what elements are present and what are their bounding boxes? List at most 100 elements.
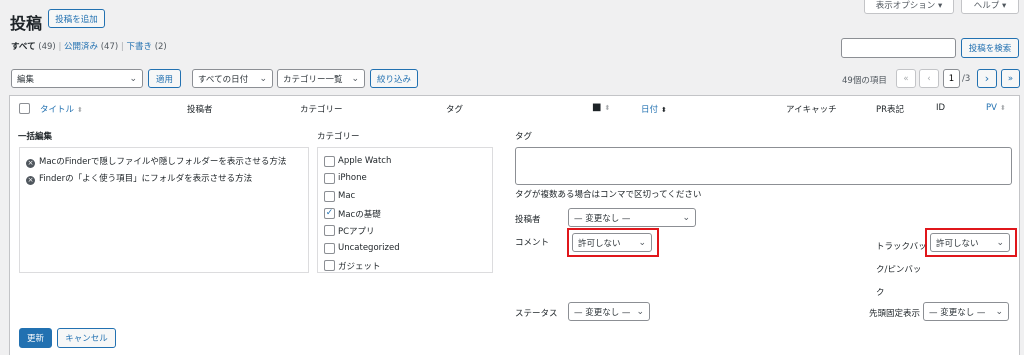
category-name: PCアプリ	[338, 227, 375, 237]
author-select[interactable]: — 変更なし — ⌄	[568, 208, 696, 227]
category-name: ガジェット	[338, 262, 381, 272]
filter-all[interactable]: すべて	[11, 42, 36, 52]
tags-label: タグ	[515, 132, 533, 142]
category-checkbox[interactable]	[324, 225, 335, 236]
category-name: Apple Watch	[338, 156, 392, 166]
tags-hint: タグが複数ある場合はコンマで区切ってください	[515, 190, 702, 200]
trackback-label-line: トラックバッ	[876, 242, 927, 252]
filter-published[interactable]: 公開済み	[64, 42, 98, 52]
column-tags: タグ	[446, 105, 464, 115]
chevron-down-icon: ⌄	[995, 306, 1003, 317]
search-posts-button[interactable]: 投稿を検索	[961, 38, 1019, 58]
date-filter-value: すべての日付	[198, 74, 249, 85]
add-new-post-button[interactable]: 投稿を追加	[48, 9, 105, 28]
post-title: MacのFinderで隠しファイルや隠しフォルダーを表示させる方法	[39, 157, 287, 167]
bulk-action-select[interactable]: 編集 ⌄	[11, 69, 143, 88]
highlight-box	[567, 228, 659, 257]
column-pv-label: PV	[986, 103, 997, 113]
bulk-edit-heading: 一括編集	[18, 132, 53, 142]
filter-all-count: (49)	[38, 42, 56, 52]
sticky-select[interactable]: — 変更なし — ⌄	[923, 302, 1009, 321]
filter-separator: |	[120, 42, 124, 52]
highlight-box	[925, 228, 1017, 257]
chevron-down-icon: ⌄	[351, 73, 359, 84]
first-page-button[interactable]: «	[896, 69, 916, 88]
select-all-checkbox[interactable]	[19, 103, 30, 114]
category-filter-select[interactable]: カテゴリー一覧 ⌄	[277, 69, 365, 88]
prev-page-button[interactable]: ‹	[919, 69, 939, 88]
column-pr: PR表記	[876, 105, 905, 115]
cancel-button[interactable]: キャンセル	[57, 328, 116, 348]
categories-label: カテゴリー	[317, 132, 360, 142]
sort-icon: ⬍	[604, 104, 611, 112]
status-filters: すべて (49) | 公開済み (47) | 下書き (2)	[11, 40, 167, 52]
category-name: iPhone	[338, 173, 367, 183]
comment-label: コメント	[515, 238, 550, 248]
last-page-button[interactable]: »	[1001, 69, 1020, 88]
sort-icon: ⬍	[77, 106, 83, 114]
list-item: × MacのFinderで隠しファイルや隠しフォルダーを表示させる方法	[26, 155, 286, 168]
search-input[interactable]	[841, 38, 956, 58]
trackback-label-line: ク	[876, 288, 885, 298]
filter-draft[interactable]: 下書き	[126, 42, 152, 52]
filter-separator: |	[58, 42, 62, 52]
category-checkbox[interactable]	[324, 191, 335, 202]
sort-icon: ⬍	[999, 104, 1006, 112]
date-filter-select[interactable]: すべての日付 ⌄	[192, 69, 273, 88]
item-count: 49個の項目	[842, 76, 887, 86]
category-name: Mac	[338, 191, 356, 201]
category-name: Macの基礎	[338, 210, 381, 220]
column-date-label: 日付	[641, 105, 659, 115]
help-button[interactable]: ヘルプ ▾	[961, 0, 1019, 14]
post-title: Finderの「よく使う項目」にフォルダを表示させる方法	[39, 174, 253, 184]
author-value: — 変更なし —	[574, 213, 631, 224]
filter-published-count: (47)	[100, 42, 119, 52]
sticky-label: 先頭固定表示	[869, 309, 921, 319]
screen-options-button[interactable]: 表示オプション ▾	[864, 0, 954, 14]
remove-circle-icon[interactable]: ×	[26, 159, 35, 168]
page-title: 投稿	[10, 14, 43, 33]
column-categories: カテゴリー	[300, 105, 343, 115]
total-pages: /3	[962, 74, 971, 84]
category-checkbox[interactable]	[324, 156, 335, 167]
sticky-value: — 変更なし —	[929, 307, 986, 318]
category-checkbox[interactable]	[324, 243, 335, 254]
sort-desc-icon: ⬍	[661, 106, 667, 114]
column-title[interactable]: タイトル ⬍	[40, 103, 83, 115]
update-button[interactable]: 更新	[19, 328, 52, 348]
bulk-action-value: 編集	[17, 74, 35, 85]
list-item: × Finderの「よく使う項目」にフォルダを表示させる方法	[26, 172, 252, 185]
category-checkbox-checked[interactable]: ✓	[324, 208, 335, 219]
column-pv[interactable]: PV ⬍	[986, 103, 1006, 113]
bulk-edit-panel: 一括編集 × MacのFinderで隠しファイルや隠しフォルダーを表示させる方法 …	[9, 119, 1020, 355]
next-page-button[interactable]: ›	[977, 69, 997, 88]
chevron-down-icon: ⌄	[129, 73, 137, 84]
chevron-down-icon: ⌄	[636, 306, 644, 317]
column-date[interactable]: 日付 ⬍	[641, 103, 667, 115]
chevron-down-icon: ⌄	[259, 73, 267, 84]
apply-button[interactable]: 適用	[148, 69, 181, 88]
category-checklist: Apple Watch iPhone Mac ✓ Macの基礎 PCアプリ Un…	[317, 147, 493, 273]
checkmark-icon: ✓	[325, 208, 334, 218]
current-page-input[interactable]	[943, 69, 960, 88]
category-checkbox[interactable]	[324, 260, 335, 271]
status-label: ステータス	[515, 309, 558, 319]
column-author: 投稿者	[187, 105, 213, 115]
category-checkbox[interactable]	[324, 173, 335, 184]
category-filter-value: カテゴリー一覧	[283, 74, 343, 85]
filter-draft-count: (2)	[154, 42, 167, 52]
posts-table-header: タイトル ⬍ 投稿者 カテゴリー タグ ■ ⬍ 日付 ⬍ アイキャッチ PR表記 ID…	[9, 95, 1020, 120]
category-name: Uncategorized	[338, 243, 400, 253]
remove-circle-icon[interactable]: ×	[26, 176, 35, 185]
status-select[interactable]: — 変更なし — ⌄	[568, 302, 650, 321]
column-eyecatch: アイキャッチ	[786, 105, 837, 115]
author-label: 投稿者	[515, 215, 541, 225]
bulk-edit-post-list: × MacのFinderで隠しファイルや隠しフォルダーを表示させる方法 × Find…	[19, 147, 309, 273]
filter-button[interactable]: 絞り込み	[370, 69, 418, 88]
column-title-label: タイトル	[40, 105, 75, 115]
column-id: ID	[936, 103, 946, 113]
tags-textarea[interactable]	[515, 147, 1012, 185]
trackback-label: トラックバッ ク/ピンバッ ク	[876, 236, 927, 305]
column-comments[interactable]: ■ ⬍	[592, 102, 610, 113]
chevron-down-icon: ⌄	[682, 212, 690, 223]
